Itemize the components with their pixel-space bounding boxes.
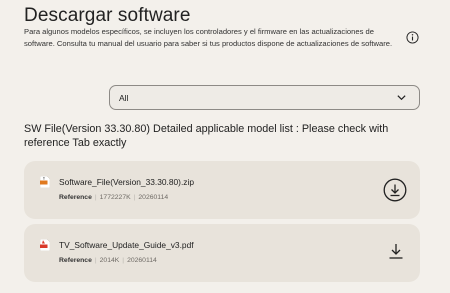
download-circle-icon[interactable] <box>383 178 407 202</box>
file-name[interactable]: Software_File(Version_33.30.80).zip <box>59 177 194 187</box>
file-size: 1772227K <box>99 194 131 201</box>
page-description: Para algunos modelos específicos, se inc… <box>24 27 393 48</box>
file-meta: Reference | 2014K | 20260114 <box>59 257 157 264</box>
download-icon[interactable] <box>387 242 405 260</box>
file-date: 20260114 <box>138 194 169 201</box>
chevron-down-icon <box>397 95 406 101</box>
file-date: 20260114 <box>127 257 157 264</box>
page-title: Descargar software <box>24 5 191 26</box>
file-size: 2014K <box>99 257 120 264</box>
selected-filter-value: All <box>119 92 129 103</box>
file-list-title: SW File(Version 33.30.80) Detailed appli… <box>24 123 389 149</box>
zip-file-icon <box>40 176 50 188</box>
file-card: TV_Software_Update_Guide_v3.pdf Referenc… <box>24 224 420 282</box>
download-software-page: Descargar software Para algunos modelos … <box>0 0 450 293</box>
reference-tag: Reference <box>59 257 92 264</box>
info-circle-icon[interactable] <box>406 31 419 44</box>
file-meta: Reference | 1772227K | 20260114 <box>59 194 169 201</box>
pdf-file-icon <box>40 239 50 251</box>
version-filter-select[interactable]: All <box>109 85 420 110</box>
reference-tag: Reference <box>59 194 92 201</box>
file-card: Software_File(Version_33.30.80).zip Refe… <box>24 161 420 219</box>
file-name[interactable]: TV_Software_Update_Guide_v3.pdf <box>59 240 194 250</box>
